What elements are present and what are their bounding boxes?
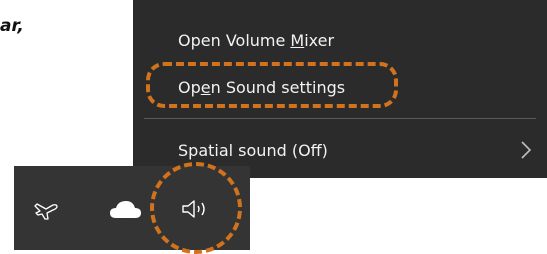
volume-mixer-label-end: ixer	[304, 31, 335, 50]
submenu-chevron-icon	[521, 141, 532, 159]
open-volume-mixer-item[interactable]: Open Volume Mixer	[178, 31, 334, 51]
sound-settings-label-start: Op	[178, 78, 201, 97]
document-text-fragment: ar,	[0, 16, 24, 36]
volume-context-menu: Open Volume Mixer Open Sound settings Sp…	[133, 0, 547, 178]
airplane-mode-icon[interactable]	[33, 196, 59, 222]
taskbar-tray	[14, 166, 250, 250]
menu-separator	[144, 118, 536, 119]
spatial-sound-item[interactable]: Spatial sound (Off)	[178, 141, 328, 161]
sound-settings-label-end: n Sound settings	[210, 78, 346, 97]
sound-settings-mnemonic: e	[200, 78, 211, 97]
speaker-volume-icon[interactable]	[180, 197, 212, 221]
volume-mixer-mnemonic: M	[290, 31, 305, 50]
volume-mixer-label-start: Open Volume	[178, 31, 291, 50]
open-sound-settings-item[interactable]: Open Sound settings	[178, 78, 345, 98]
onedrive-cloud-icon[interactable]	[108, 198, 142, 220]
